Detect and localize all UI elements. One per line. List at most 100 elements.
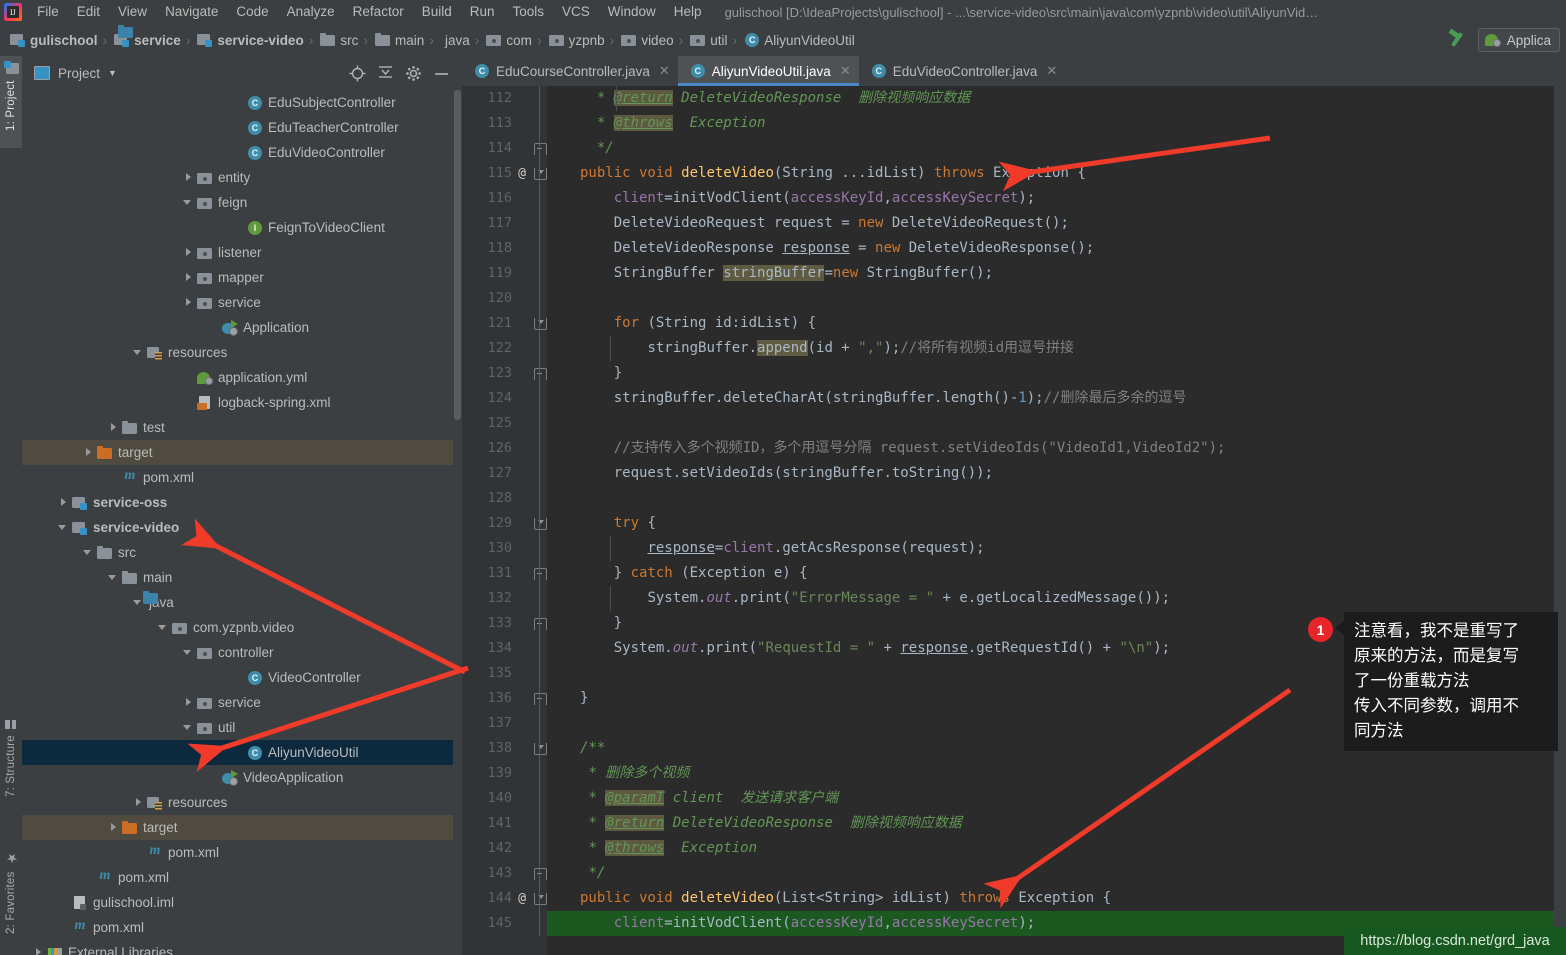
code-line-131[interactable]: 131 } catch (Exception e) { xyxy=(462,561,1566,586)
gear-icon[interactable] xyxy=(405,65,422,82)
chevron-right-icon[interactable] xyxy=(108,822,119,833)
menu-item-refactor[interactable]: Refactor xyxy=(344,0,413,24)
chevron-right-icon[interactable] xyxy=(183,697,194,708)
code-line-130[interactable]: 130 response=client.getAcsResponse(reque… xyxy=(462,536,1566,561)
menu-item-file[interactable]: File xyxy=(28,0,68,24)
tree-node-src[interactable]: src xyxy=(22,540,462,565)
close-icon[interactable]: ✕ xyxy=(840,63,851,79)
editor-tab-aliyunvideoutil[interactable]: AliyunVideoUtil.java ✕ xyxy=(677,56,859,86)
tree-node-service[interactable]: service xyxy=(22,290,462,315)
code-line-119[interactable]: 119 StringBuffer stringBuffer=new String… xyxy=(462,261,1566,286)
tree-node-util[interactable]: util xyxy=(22,715,462,740)
code-fold-icon[interactable] xyxy=(534,168,547,180)
menu-item-view[interactable]: View xyxy=(109,0,156,24)
code-fold-icon[interactable] xyxy=(534,743,547,755)
editor-tab-eduvideocontroller[interactable]: EduVideoController.java ✕ xyxy=(859,56,1066,86)
tree-node-main[interactable]: main xyxy=(22,565,462,590)
tree-node-videoapplication[interactable]: VideoApplication xyxy=(22,765,462,790)
code-line-144[interactable]: 144 @ public void deleteVideo(List<String>… xyxy=(462,886,1566,911)
chevron-down-icon[interactable] xyxy=(158,622,169,633)
chevron-right-icon[interactable] xyxy=(183,247,194,258)
tree-node-application[interactable]: Application xyxy=(22,315,462,340)
chevron-down-icon[interactable] xyxy=(133,347,144,358)
tree-node-service-oss[interactable]: service-oss xyxy=(22,490,462,515)
code-fold-icon[interactable] xyxy=(534,518,547,530)
editor-tab-educoursecontroller[interactable]: EduCourseController.java ✕ xyxy=(462,56,678,86)
tree-node-edusubjectcontroller[interactable]: EduSubjectController xyxy=(22,90,462,115)
code-line-128[interactable]: 128 xyxy=(462,486,1566,511)
tool-tab-structure[interactable]: 7: Structure xyxy=(0,716,22,820)
breadcrumb-com[interactable]: com xyxy=(482,24,534,56)
collapse-all-icon[interactable] xyxy=(377,65,394,82)
code-line-127[interactable]: 127 request.setVideoIds(stringBuffer.toS… xyxy=(462,461,1566,486)
breadcrumb-service-video[interactable]: service-video xyxy=(193,24,305,56)
breadcrumb-gulischool[interactable]: gulischool xyxy=(6,24,100,56)
breadcrumb-src[interactable]: src xyxy=(316,24,360,56)
code-line-122[interactable]: 122 stringBuffer.append(id + ",");//将所有视… xyxy=(462,336,1566,361)
code-line-139[interactable]: 139 * 删除多个视频 xyxy=(462,761,1566,786)
code-line-141[interactable]: 141 * @return DeleteVideoResponse 删除视频响应… xyxy=(462,811,1566,836)
run-configuration-selector[interactable]: Applica xyxy=(1477,28,1560,52)
tree-node-feign[interactable]: feign xyxy=(22,190,462,215)
tree-node-listener[interactable]: listener xyxy=(22,240,462,265)
breadcrumb-video[interactable]: video xyxy=(617,24,675,56)
locate-icon[interactable] xyxy=(349,65,366,82)
chevron-right-icon[interactable] xyxy=(58,497,69,508)
code-line-129[interactable]: 129 try { xyxy=(462,511,1566,536)
breadcrumb-util[interactable]: util xyxy=(686,24,729,56)
chevron-right-icon[interactable] xyxy=(83,447,94,458)
code-line-140[interactable]: 140 * @paramT client 发送请求客户端 xyxy=(462,786,1566,811)
editor-scrollbar[interactable] xyxy=(1554,86,1566,955)
tree-node-logback-spring-xml[interactable]: logback-spring.xml xyxy=(22,390,462,415)
code-line-114[interactable]: 114 */ xyxy=(462,136,1566,161)
code-fold-icon[interactable] xyxy=(534,318,547,330)
chevron-right-icon[interactable] xyxy=(183,297,194,308)
menu-item-run[interactable]: Run xyxy=(461,0,504,24)
code-line-115[interactable]: 115 @ public void deleteVideo(String ...id… xyxy=(462,161,1566,186)
menu-item-code[interactable]: Code xyxy=(227,0,277,24)
code-editor[interactable]: 112 * @return DeleteVideoResponse 删除视频响应… xyxy=(462,86,1566,955)
code-line-125[interactable]: 125 xyxy=(462,411,1566,436)
tree-node-aliyunvideoutil[interactable]: AliyunVideoUtil xyxy=(22,740,462,765)
tool-tab-project[interactable]: 1: Project xyxy=(0,56,22,148)
chevron-down-icon[interactable] xyxy=(183,722,194,733)
tree-node-java[interactable]: java xyxy=(22,590,462,615)
code-fold-icon[interactable] xyxy=(534,693,547,705)
code-fold-icon[interactable] xyxy=(534,868,547,880)
code-line-113[interactable]: 113 * @throws Exception xyxy=(462,111,1566,136)
tree-node-mapper[interactable]: mapper xyxy=(22,265,462,290)
menu-item-navigate[interactable]: Navigate xyxy=(156,0,227,24)
chevron-right-icon[interactable] xyxy=(108,422,119,433)
breadcrumb-yzpnb[interactable]: yzpnb xyxy=(545,24,607,56)
chevron-down-icon[interactable] xyxy=(183,647,194,658)
tree-node-service-video[interactable]: service-video xyxy=(22,515,462,540)
tree-node-pom-xml[interactable]: pom.xml xyxy=(22,465,462,490)
menu-item-help[interactable]: Help xyxy=(665,0,711,24)
tree-node-eduteachercontroller[interactable]: EduTeacherController xyxy=(22,115,462,140)
override-marker-icon[interactable]: @ xyxy=(514,886,530,911)
tree-node-gulischool-iml[interactable]: gulischool.iml xyxy=(22,890,462,915)
code-fold-icon[interactable] xyxy=(534,893,547,905)
code-line-116[interactable]: 116 client=initVodClient(accessKeyId,acc… xyxy=(462,186,1566,211)
code-line-118[interactable]: 118 DeleteVideoResponse response = new D… xyxy=(462,236,1566,261)
code-line-142[interactable]: 142 * @throws Exception xyxy=(462,836,1566,861)
tree-node-target[interactable]: target xyxy=(22,440,462,465)
override-marker-icon[interactable]: @ xyxy=(514,161,530,186)
code-line-112[interactable]: 112 * @return DeleteVideoResponse 删除视频响应… xyxy=(462,86,1566,111)
hide-window-icon[interactable] xyxy=(433,65,450,82)
menu-item-edit[interactable]: Edit xyxy=(68,0,109,24)
menu-item-analyze[interactable]: Analyze xyxy=(278,0,344,24)
tree-node-target[interactable]: target xyxy=(22,815,462,840)
code-line-126[interactable]: 126 //支持传入多个视频ID，多个用逗号分隔 request.setVide… xyxy=(462,436,1566,461)
code-fold-icon[interactable] xyxy=(534,143,547,155)
code-line-124[interactable]: 124 stringBuffer.deleteCharAt(stringBuff… xyxy=(462,386,1566,411)
menu-item-build[interactable]: Build xyxy=(413,0,461,24)
tree-node-pom-xml[interactable]: pom.xml xyxy=(22,915,462,940)
tool-tab-favorites[interactable]: 2: Favorites ★ xyxy=(0,846,22,954)
chevron-down-icon[interactable] xyxy=(58,522,69,533)
breadcrumb-java[interactable]: java xyxy=(118,24,472,56)
hammer-icon[interactable] xyxy=(1446,28,1468,50)
chevron-right-icon[interactable] xyxy=(183,272,194,283)
chevron-right-icon[interactable] xyxy=(133,797,144,808)
close-icon[interactable]: ✕ xyxy=(659,63,670,79)
